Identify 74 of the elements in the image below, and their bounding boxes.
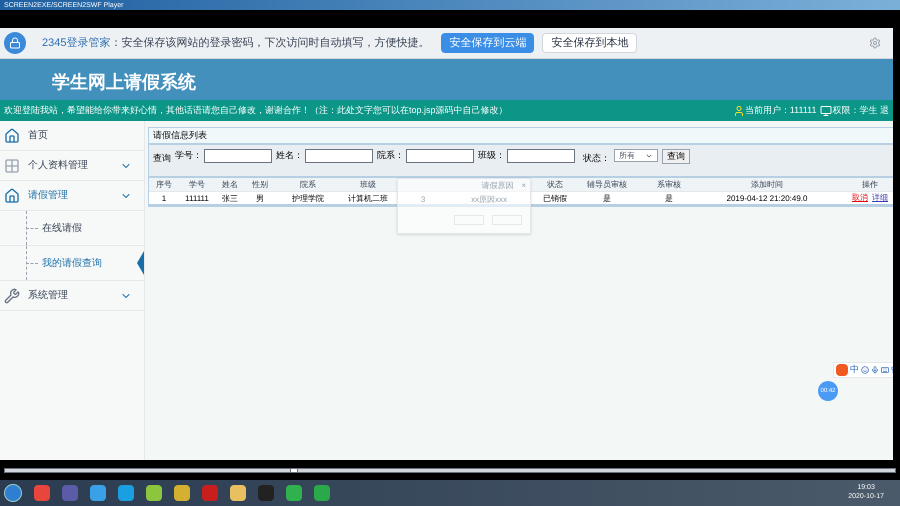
search-button[interactable]: 查询 [662,149,690,164]
table-cell-text: 已销假 [542,193,568,204]
system-title: 学生网上请假系统 [52,71,196,94]
table-cell-text: 是 [664,193,674,204]
table-cell-text: 1 [160,193,168,204]
wrench-icon [4,288,20,304]
column-header: 院系 [299,179,317,191]
column-header: 性别 [250,179,269,191]
column-header: 辅导员审核 [586,179,628,191]
notice-text: 欢迎登陆我站，希望能给你带来好心情，其他话语请您自己修改，谢谢合作！（注：此处文字您可以在top.jsp源码中自己修改） [4,104,508,117]
playback-slider-thumb[interactable] [290,468,298,472]
taskbar-app-icon[interactable] [174,485,190,501]
table-cell-text: 男 [255,193,265,204]
dialog-header: 请假原因 [481,180,514,192]
action-link[interactable]: 取消 [852,192,868,204]
field-label: 班级： [478,149,505,162]
ime-logo[interactable] [836,364,848,376]
field-label: 状态： [583,152,610,165]
home-icon [4,128,20,144]
lock-icon [4,32,26,54]
save-button[interactable]: 安全保存到本地 [542,33,638,53]
panel-title: 请假信息列表 [153,128,207,142]
active-pointer-icon [137,251,144,275]
ime-mode[interactable]: 中 [850,363,859,376]
sidebar-subitem[interactable]: 我的请假查询 [42,256,102,270]
action-link[interactable]: 详细 [872,192,888,204]
taskbar-app-icon[interactable] [118,485,134,501]
taskbar-app-icon[interactable] [314,485,330,501]
table-cell-text: 护理学院 [291,193,325,204]
table-cell-text: 计算机二班 [347,193,389,204]
column-header: 姓名 [221,179,239,191]
sidebar-subitem[interactable]: 在线请假 [42,220,82,236]
taskbar-app-icon[interactable] [34,485,50,501]
taskbar-app-icon[interactable] [146,485,162,501]
role-icon [820,104,832,116]
home-icon [4,188,20,204]
column-header: 操作 [861,179,879,191]
role-text: 权限：学生 退 [832,104,889,117]
table-cell-text: 2019-04-12 21:20:49.0 [726,193,808,204]
microphone-icon[interactable] [871,366,879,374]
taskbar-app-icon[interactable] [230,485,246,501]
start-icon[interactable] [4,484,22,502]
dialog-cell: xx原因xxx [471,194,508,206]
column-header: 系审核 [656,179,682,191]
sidebar-item[interactable]: 请假管理 [0,181,144,211]
table-cell-text: 张三 [221,193,239,204]
keyboard-icon[interactable] [881,366,889,374]
sidebar-item[interactable]: 首页 [0,121,144,151]
smiley-icon[interactable] [861,366,869,374]
column-header: 学号 [188,179,206,191]
password-prompt: 2345登录管家：安全保存该网站的登录密码，下次访问时自动填写，方便快捷。 [42,36,430,51]
current-user: 当前用户：111111 [744,104,816,117]
field-label: 院系： [377,149,404,162]
sidebar-item[interactable]: 系统管理 [0,281,144,311]
input-field[interactable] [204,149,272,163]
field-label: 学号： [175,149,202,162]
input-field[interactable] [305,149,373,163]
input-field[interactable] [406,149,474,163]
column-header: 添加时间 [750,179,784,191]
table-cell-text: 是 [602,193,612,204]
sidebar-item[interactable]: 个人资料管理 [0,151,144,181]
taskbar-app-icon[interactable] [90,485,106,501]
dialog-cell: 3 [420,194,426,206]
search-label: 查询 [153,152,171,165]
column-header: 班级 [359,179,377,191]
input-field[interactable] [507,149,575,163]
status-select[interactable]: 所有 [614,149,658,162]
taskbar-app-icon[interactable] [286,485,302,501]
field-label: 姓名： [276,149,303,162]
column-header: 序号 [155,179,173,191]
column-header: 状态 [546,179,564,191]
table-cell-text: 111111 [184,193,210,204]
grid-icon [4,158,20,174]
user-icon [732,104,745,116]
